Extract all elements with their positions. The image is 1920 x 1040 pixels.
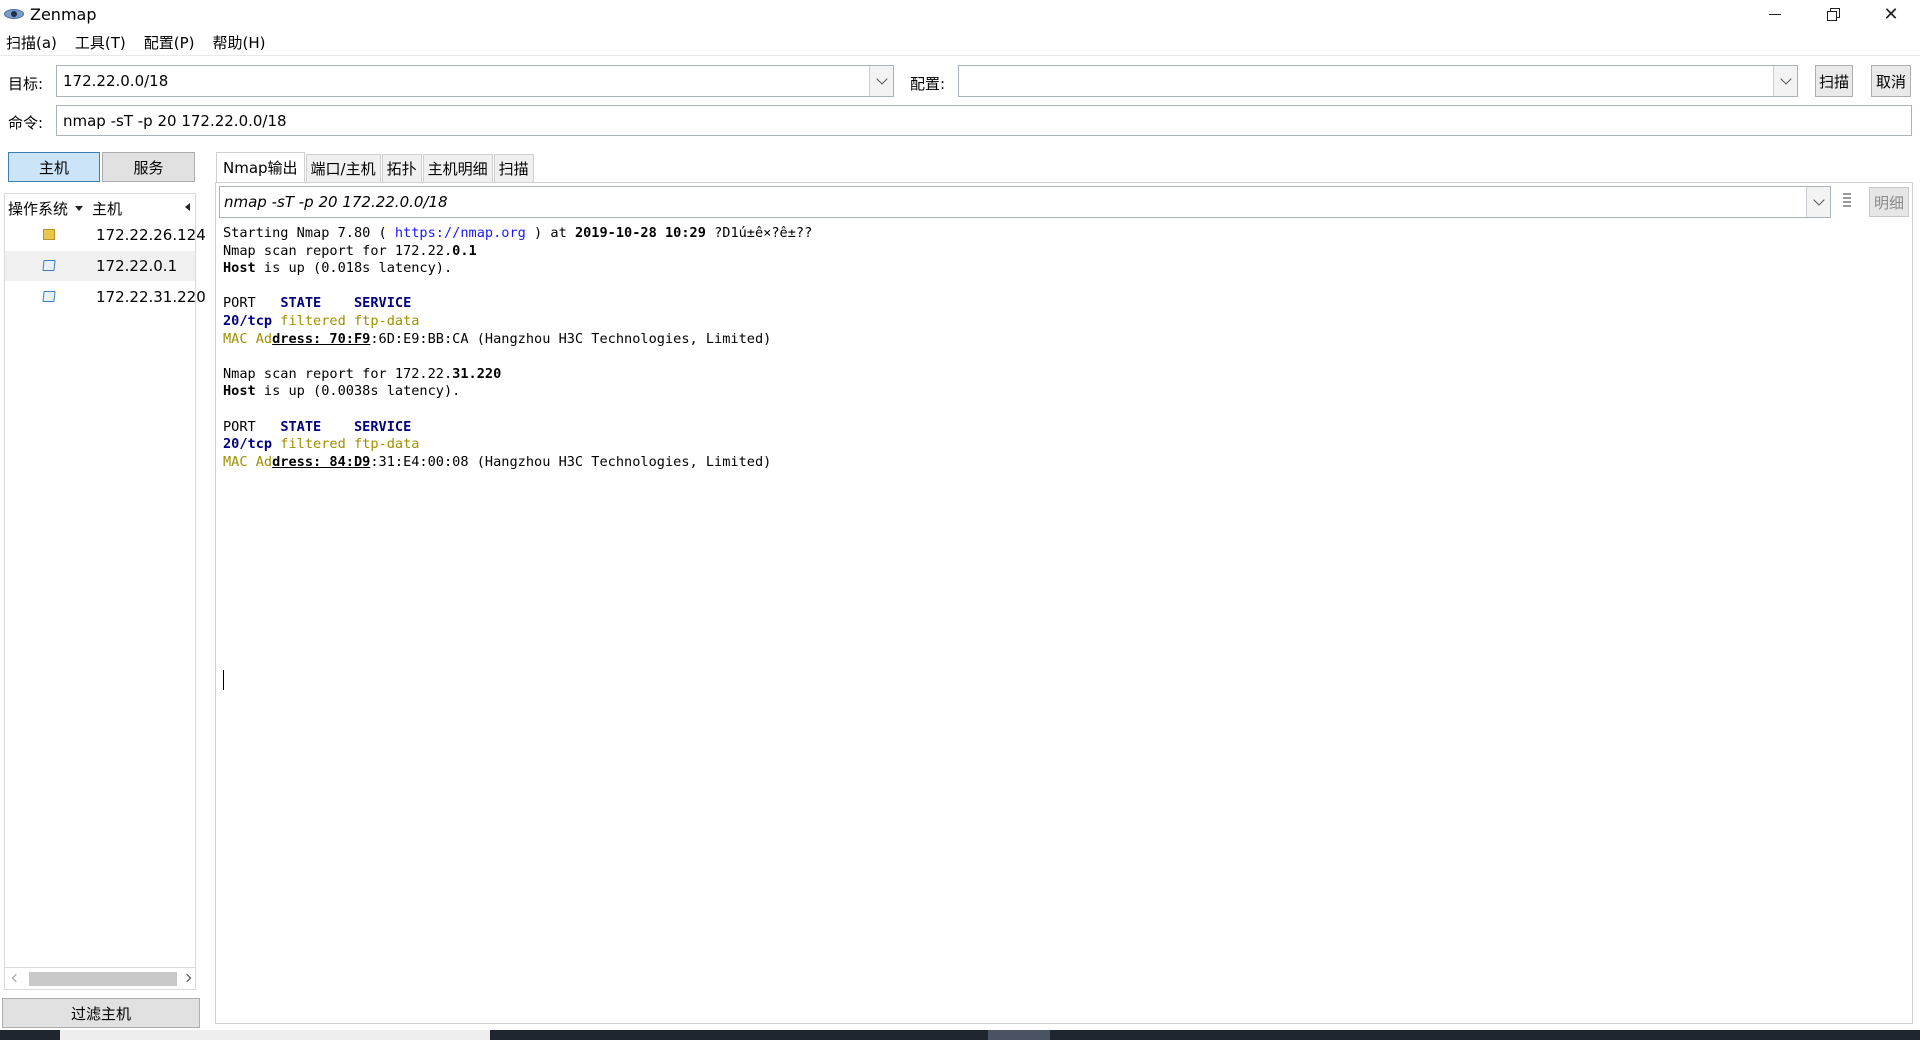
tab-host-details[interactable]: 主机明细 (422, 154, 493, 182)
host-list-header: 操作系统 主机 (5, 194, 195, 218)
target-combobox[interactable]: 172.22.0.0/18 (56, 65, 894, 97)
close-button[interactable]: ✕ (1862, 0, 1920, 28)
column-header-os[interactable]: 操作系统 (8, 198, 68, 219)
command-label: 命令: (8, 114, 44, 132)
command-text: nmap -sT -p 20 172.22.0.0/18 (63, 111, 287, 130)
output-line: 20/tcp filtered ftp-data (223, 312, 420, 329)
host-ip: 172.22.31.220 (96, 288, 206, 306)
output-line: Host is up (0.018s latency). (223, 260, 453, 277)
horizontal-scrollbar[interactable] (4, 968, 196, 990)
output-line: PORT STATE SERVICE (223, 418, 412, 435)
menu-help[interactable]: 帮助(H) (213, 32, 266, 53)
host-row[interactable]: 172.22.26.124 (5, 220, 206, 250)
details-button[interactable]: 明细 (1869, 187, 1909, 217)
tab-scans[interactable]: 扫描 (493, 154, 534, 182)
windows-os-icon (42, 291, 56, 302)
host-row[interactable]: 172.22.31.220 (5, 282, 206, 312)
tab-topology[interactable]: 拓扑 (381, 154, 422, 182)
scroll-right-icon[interactable] (182, 973, 192, 983)
close-icon: ✕ (1883, 3, 1899, 25)
profile-combobox[interactable] (958, 65, 1798, 97)
menu-tools[interactable]: 工具(T) (75, 32, 126, 53)
filter-hosts-button[interactable]: 过滤主机 (2, 998, 200, 1028)
output-line: 20/tcp filtered ftp-data (223, 436, 420, 453)
output-line: PORT STATE SERVICE (223, 295, 412, 312)
cancel-button[interactable]: 取消 (1871, 65, 1911, 97)
scan-button[interactable]: 扫描 (1815, 65, 1853, 97)
minimize-button[interactable] (1746, 0, 1804, 28)
zenmap-eye-icon (4, 7, 24, 21)
scan-history-value: nmap -sT -p 20 172.22.0.0/18 (224, 193, 448, 211)
grip-handle-icon[interactable] (1843, 193, 1851, 211)
target-dropdown-button[interactable] (869, 66, 893, 96)
nmap-org-link[interactable]: https://nmap.org (395, 225, 526, 241)
tab-ports-hosts[interactable]: 端口/主机 (305, 154, 381, 182)
command-input[interactable]: nmap -sT -p 20 172.22.0.0/18 (56, 105, 1912, 136)
output-line: Nmap scan report for 172.22.0.1 (223, 242, 477, 259)
sort-caret-icon (75, 206, 83, 211)
taskbar (0, 1030, 1920, 1040)
text-cursor (223, 670, 224, 690)
hosts-toggle-button[interactable]: 主机 (8, 152, 100, 182)
target-input[interactable]: 172.22.0.0/18 (57, 72, 869, 90)
unknown-os-icon (43, 229, 55, 240)
minimize-icon (1769, 13, 1781, 15)
result-tabs: Nmap输出 端口/主机 拓扑 主机明细 扫描 (216, 152, 535, 182)
window-title: Zenmap (30, 4, 97, 24)
host-row[interactable]: 172.22.0.1 (5, 251, 195, 281)
windows-os-icon (42, 260, 56, 271)
services-toggle-button[interactable]: 服务 (102, 152, 195, 182)
host-ip: 172.22.26.124 (96, 226, 206, 244)
output-line: Host is up (0.0038s latency). (223, 383, 461, 400)
chevron-down-icon (1779, 73, 1792, 85)
menu-bar: 扫描(a) 工具(T) 配置(P) 帮助(H) (0, 30, 1920, 56)
output-line: Starting Nmap 7.80 ( https://nmap.org ) … (223, 225, 813, 241)
restore-icon (1826, 7, 1840, 21)
host-ip: 172.22.0.1 (96, 257, 178, 275)
window-controls: ✕ (1746, 0, 1920, 28)
taskbar-search-box[interactable] (60, 1030, 490, 1040)
output-line: Nmap scan report for 172.22.31.220 (223, 365, 502, 382)
column-header-host[interactable]: 主机 (92, 198, 122, 219)
target-label: 目标: (8, 75, 44, 93)
scroll-left-icon[interactable] (11, 973, 21, 983)
title-bar: Zenmap ✕ (0, 0, 1920, 28)
nmap-output-panel: nmap -sT -p 20 172.22.0.0/18 明细 Starting… (215, 182, 1913, 1024)
chevron-down-icon (875, 73, 888, 85)
nmap-output-text[interactable]: Starting Nmap 7.80 ( https://nmap.org ) … (223, 225, 1903, 471)
chevron-down-icon (1812, 194, 1825, 206)
taskbar-active-app[interactable] (988, 1030, 1050, 1040)
restore-button[interactable] (1804, 0, 1862, 28)
menu-profile[interactable]: 配置(P) (144, 32, 195, 53)
scrollbar-thumb[interactable] (29, 972, 177, 986)
output-line: MAC Address: 70:F9:6D:E9:BB:CA (Hangzhou… (223, 330, 772, 347)
output-line: MAC Address: 84:D9:31:E4:00:08 (Hangzhou… (223, 453, 772, 470)
scan-history-combobox[interactable]: nmap -sT -p 20 172.22.0.0/18 (219, 186, 1831, 218)
profile-dropdown-button[interactable] (1773, 66, 1797, 96)
scan-history-dropdown-button[interactable] (1806, 187, 1830, 217)
profile-label: 配置: (910, 75, 946, 93)
menu-scan[interactable]: 扫描(a) (6, 32, 57, 53)
collapse-arrow-icon[interactable] (185, 203, 190, 211)
tab-nmap-output[interactable]: Nmap输出 (216, 152, 305, 182)
host-list: 操作系统 主机 172.22.26.124 172.22.0.1 172.22.… (4, 193, 206, 968)
